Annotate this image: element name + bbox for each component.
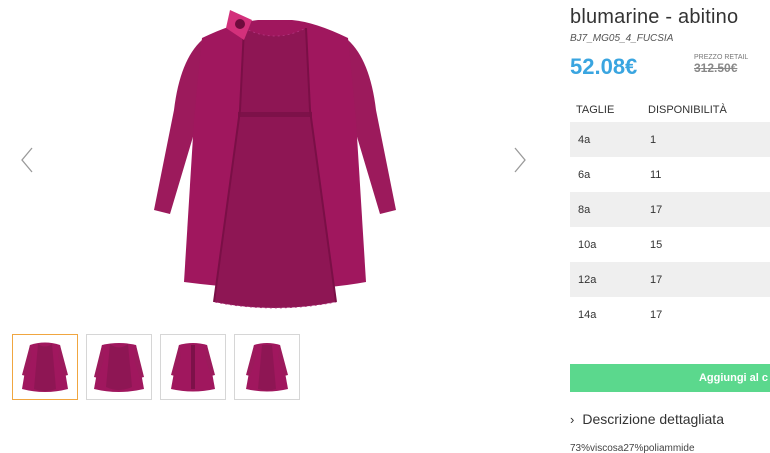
- thumbnail-4[interactable]: [234, 334, 300, 400]
- prev-image-button[interactable]: [12, 140, 42, 180]
- size-cell: 6a: [578, 168, 591, 181]
- thumbnail-2[interactable]: [86, 334, 152, 400]
- availability-cell: 15: [650, 238, 663, 251]
- table-header-row: TAGLIE DISPONIBILITÀ: [570, 98, 770, 122]
- table-row[interactable]: 6a 11: [570, 157, 770, 192]
- composition-text: 73%viscosa27%poliammide: [570, 443, 695, 453]
- column-header-sizes: TAGLIE: [576, 104, 615, 116]
- dress-thumbnail-image: [171, 343, 215, 392]
- size-cell: 4a: [570, 122, 642, 157]
- description-toggle-label: Descrizione dettagliata: [582, 411, 724, 427]
- product-title: blumarine - abitino: [570, 6, 739, 28]
- size-cell: 10a: [578, 238, 597, 251]
- availability-cell: 17: [642, 192, 770, 227]
- retail-price-label: PREZZO RETAIL: [694, 54, 749, 61]
- sale-price: 52.08€: [570, 54, 638, 79]
- product-info: blumarine - abitino BJ7_MG05_4_FUCSIA 52…: [570, 0, 770, 453]
- dress-thumbnail-image: [246, 343, 288, 392]
- size-cell: 8a: [570, 192, 642, 227]
- dress-thumbnail-image: [94, 343, 144, 392]
- product-gallery: [0, 0, 550, 453]
- thumbnail-1[interactable]: [12, 334, 78, 400]
- product-main-image: [140, 0, 410, 318]
- description-toggle[interactable]: › Descrizione dettagliata: [570, 411, 724, 427]
- next-image-button[interactable]: [505, 140, 535, 180]
- sizes-table: TAGLIE DISPONIBILITÀ 4a 1 6a 11 8a 17 10…: [570, 98, 770, 332]
- table-row[interactable]: 8a 17: [570, 192, 770, 227]
- availability-cell: 1: [642, 122, 770, 157]
- product-sku: BJ7_MG05_4_FUCSIA: [570, 33, 674, 44]
- table-row[interactable]: 14a 17: [570, 297, 770, 332]
- column-header-availability: DISPONIBILITÀ: [648, 104, 727, 116]
- table-row[interactable]: 10a 15: [570, 227, 770, 262]
- thumbnail-strip: [12, 334, 300, 400]
- chevron-right-icon: ›: [570, 411, 575, 427]
- dress-image: [154, 10, 396, 309]
- availability-cell: 11: [650, 168, 662, 181]
- size-cell: 12a: [570, 262, 642, 297]
- availability-cell: 17: [642, 262, 770, 297]
- add-to-cart-button[interactable]: Aggiungi al c: [570, 364, 770, 392]
- table-row[interactable]: 12a 17: [570, 262, 770, 297]
- retail-price: 312.50€: [694, 61, 738, 75]
- price-row: 52.08€ PREZZO RETAIL 312.50€: [570, 52, 770, 92]
- chevron-right-icon: [514, 147, 526, 173]
- chevron-left-icon: [21, 147, 33, 173]
- size-cell: 14a: [578, 308, 597, 321]
- table-row[interactable]: 4a 1: [570, 122, 770, 157]
- thumbnail-3[interactable]: [160, 334, 226, 400]
- availability-cell: 17: [650, 308, 663, 321]
- retail-price-block: PREZZO RETAIL 312.50€: [694, 54, 748, 75]
- dress-thumbnail-image: [22, 342, 68, 392]
